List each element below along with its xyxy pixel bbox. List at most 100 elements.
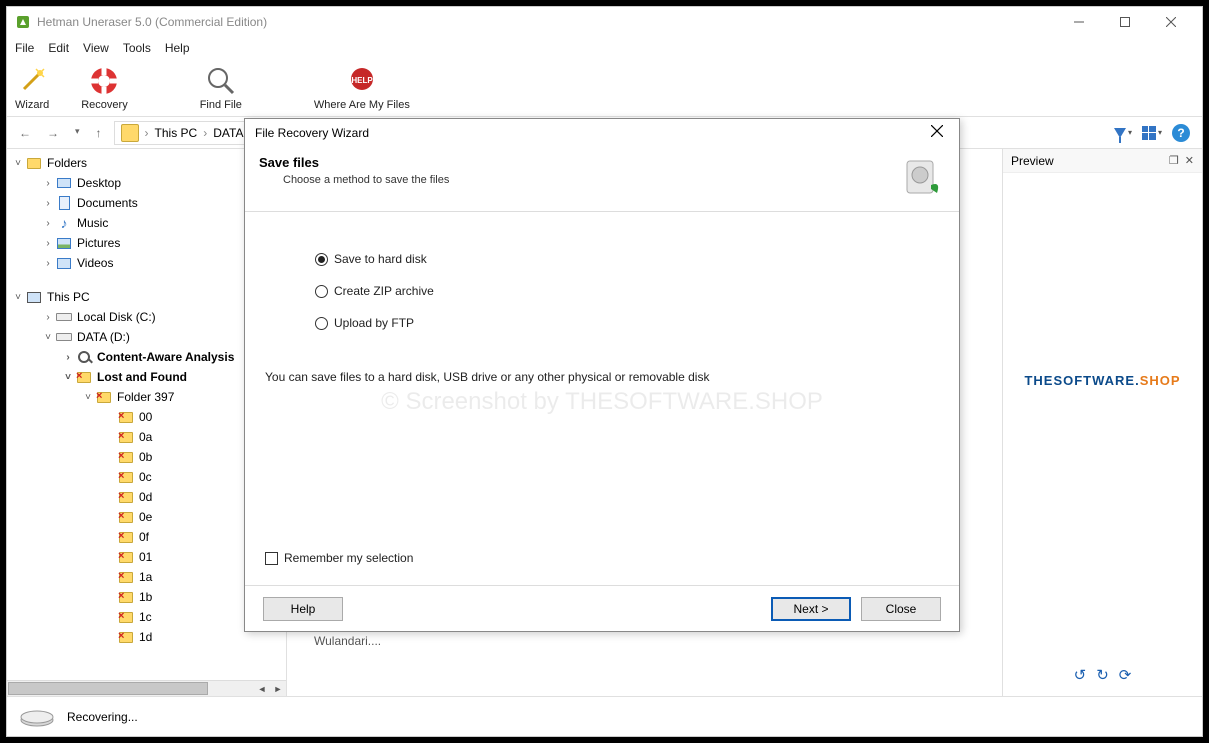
rotate-left-icon[interactable]: ↺	[1074, 666, 1087, 684]
radio-zip[interactable]: Create ZIP archive	[315, 284, 889, 298]
breadcrumb-chevron: ›	[145, 126, 149, 140]
deleted-folder-icon	[119, 572, 133, 583]
radio-save-hdd-label: Save to hard disk	[334, 252, 427, 266]
radio-zip-label: Create ZIP archive	[334, 284, 434, 298]
tree-localdisk-label: Local Disk (C:)	[77, 310, 156, 324]
toolbar-where[interactable]: HELP Where Are My Files	[314, 65, 410, 111]
deleted-folder-icon	[97, 392, 111, 403]
deleted-folder-icon	[119, 512, 133, 523]
sidebar-hscroll[interactable]: ◄►	[7, 680, 286, 696]
breadcrumb-seg1[interactable]: This PC	[155, 126, 198, 140]
wizard-subheading: Choose a method to save the files	[259, 174, 901, 186]
navbar-right: ▾ ▾ ?	[1114, 124, 1194, 142]
nav-arrows: ← → ▾ ↑	[15, 124, 106, 142]
wizard-body: © Screenshot by THESOFTWARE.SHOP Save to…	[245, 212, 959, 585]
nav-back[interactable]: ←	[15, 124, 35, 142]
wizard-description: You can save files to a hard disk, USB d…	[265, 370, 889, 384]
pictures-icon	[57, 238, 71, 249]
toolbar-recovery[interactable]: Recovery	[81, 65, 127, 111]
tree-data-label: DATA (D:)	[77, 330, 130, 344]
next-button[interactable]: Next >	[771, 597, 851, 621]
filter-button[interactable]: ▾	[1114, 128, 1132, 138]
preview-body: THESOFTWARE.SHOP ↺ ↻ ⟳	[1003, 173, 1202, 696]
statusbar: Recovering...	[7, 696, 1202, 736]
preview-action-icons: ↺ ↻ ⟳	[1074, 666, 1132, 684]
view-button[interactable]: ▾	[1142, 126, 1162, 140]
close-button[interactable]: Close	[861, 597, 941, 621]
breadcrumb-chevron: ›	[203, 126, 207, 140]
panel-popout-icon[interactable]: ❐	[1169, 154, 1179, 167]
radio-icon	[315, 285, 328, 298]
deleted-folder-icon	[119, 472, 133, 483]
wizard-close-button[interactable]	[925, 124, 949, 142]
refresh-icon[interactable]: ⟳	[1119, 666, 1132, 684]
funnel-icon	[1114, 128, 1126, 138]
breadcrumb-seg2[interactable]: DATA	[213, 126, 243, 140]
music-icon: ♪	[55, 215, 73, 231]
deleted-folder-icon	[119, 432, 133, 443]
wizard-titlebar: File Recovery Wizard	[245, 119, 959, 147]
maximize-button[interactable]	[1102, 7, 1148, 37]
preview-title: Preview	[1011, 154, 1054, 168]
deleted-folder-icon	[119, 592, 133, 603]
nav-up[interactable]: ↑	[92, 124, 106, 142]
radio-ftp-label: Upload by FTP	[334, 316, 414, 330]
document-icon	[59, 196, 70, 210]
tree-documents-label: Documents	[77, 196, 138, 210]
toolbar-wizard[interactable]: Wizard	[15, 65, 49, 111]
menubar: File Edit View Tools Help	[7, 37, 1202, 59]
radio-icon	[315, 253, 328, 266]
deleted-folder-icon	[119, 492, 133, 503]
lens-icon	[78, 351, 90, 363]
magnifier-icon	[205, 65, 237, 97]
tree-pictures-label: Pictures	[77, 236, 120, 250]
minimize-button[interactable]	[1056, 7, 1102, 37]
toolbar-where-label: Where Are My Files	[314, 99, 410, 111]
preview-logo: THESOFTWARE.SHOP	[1024, 373, 1180, 388]
tree-content-aware-label: Content-Aware Analysis	[97, 350, 234, 364]
deleted-folder-icon	[119, 632, 133, 643]
videos-icon	[57, 258, 71, 269]
radio-icon	[315, 317, 328, 330]
nav-forward[interactable]: →	[43, 124, 63, 142]
close-button[interactable]	[1148, 7, 1194, 37]
nav-recent[interactable]: ▾	[71, 124, 84, 142]
checkbox-icon	[265, 552, 278, 565]
background-filename: Wulandari....	[314, 634, 381, 648]
tree-thispc-label: This PC	[47, 290, 90, 304]
toolbar-wizard-label: Wizard	[15, 99, 49, 111]
preview-panel: Preview ❐ ✕ THESOFTWARE.SHOP ↺ ↻ ⟳	[1002, 149, 1202, 696]
menu-help[interactable]: Help	[165, 41, 190, 55]
radio-ftp[interactable]: Upload by FTP	[315, 316, 889, 330]
deleted-folder-icon	[119, 552, 133, 563]
svg-text:HELP: HELP	[351, 76, 373, 85]
deleted-folder-icon	[119, 612, 133, 623]
toolbar-findfile[interactable]: Find File	[200, 65, 242, 111]
menu-file[interactable]: File	[15, 41, 34, 55]
rotate-right-icon[interactable]: ↻	[1096, 666, 1109, 684]
app-title: Hetman Uneraser 5.0 (Commercial Edition)	[37, 15, 1056, 29]
grid-icon	[1142, 126, 1156, 140]
tree-folders-label: Folders	[47, 156, 87, 170]
deleted-folder-icon	[119, 532, 133, 543]
help-badge-icon: HELP	[346, 65, 378, 97]
menu-edit[interactable]: Edit	[48, 41, 69, 55]
window-controls	[1056, 7, 1194, 37]
toolbar: Wizard Recovery Find File HELP Where Are…	[7, 59, 1202, 117]
wizard-footer: Help Next > Close	[245, 585, 959, 631]
wand-icon	[16, 65, 48, 97]
remember-checkbox[interactable]: Remember my selection	[265, 551, 413, 565]
status-text: Recovering...	[67, 710, 138, 724]
deleted-folder-icon	[77, 372, 91, 383]
help-button[interactable]: ?	[1172, 124, 1190, 142]
drive-icon	[19, 706, 55, 728]
radio-save-hdd[interactable]: Save to hard disk	[315, 252, 889, 266]
remember-label: Remember my selection	[284, 551, 413, 565]
help-button[interactable]: Help	[263, 597, 343, 621]
menu-view[interactable]: View	[83, 41, 109, 55]
preview-header: Preview ❐ ✕	[1003, 149, 1202, 173]
menu-tools[interactable]: Tools	[123, 41, 151, 55]
breadcrumb[interactable]: › This PC › DATA	[114, 121, 251, 145]
deleted-folder-icon	[119, 452, 133, 463]
panel-close-icon[interactable]: ✕	[1185, 154, 1194, 167]
